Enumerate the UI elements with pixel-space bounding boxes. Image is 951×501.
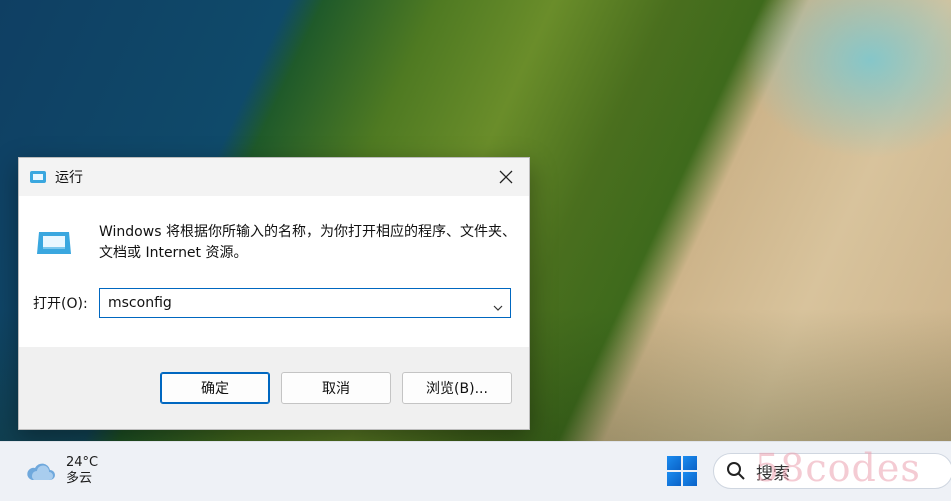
dialog-titlebar[interactable]: 运行 xyxy=(19,158,529,196)
dialog-description: Windows 将根据你所输入的名称，为你打开相应的程序、文件夹、文档或 Int… xyxy=(99,224,516,261)
open-combobox[interactable] xyxy=(99,288,511,318)
search-label: 搜索 xyxy=(756,463,790,484)
dialog-content: Windows 将根据你所输入的名称，为你打开相应的程序、文件夹、文档或 Int… xyxy=(19,196,529,347)
windows-start-icon[interactable] xyxy=(667,456,697,486)
ok-button[interactable]: 确定 xyxy=(160,372,270,404)
dialog-title: 运行 xyxy=(55,170,83,186)
cloud-icon xyxy=(24,460,56,482)
taskbar-search[interactable]: 搜索 xyxy=(713,453,951,489)
run-icon xyxy=(29,169,47,185)
run-dialog: 运行 Windows 将根据你所输入的名称，为你打开相应的程序、文件夹、文档或 … xyxy=(18,157,530,430)
close-button[interactable] xyxy=(483,158,529,196)
weather-condition: 多云 xyxy=(66,471,93,486)
weather-widget[interactable]: 24°C 多云 xyxy=(24,451,98,491)
open-input[interactable] xyxy=(106,294,480,312)
cancel-button[interactable]: 取消 xyxy=(281,372,391,404)
close-icon xyxy=(499,170,513,184)
chevron-down-icon[interactable] xyxy=(492,298,504,311)
search-icon xyxy=(727,462,745,480)
taskbar: 24°C 多云 搜索 xyxy=(0,441,951,501)
run-large-icon xyxy=(35,230,73,256)
browse-button[interactable]: 浏览(B)... xyxy=(402,372,512,404)
open-label: 打开(O): xyxy=(33,296,88,312)
weather-temperature: 24°C xyxy=(66,455,99,470)
